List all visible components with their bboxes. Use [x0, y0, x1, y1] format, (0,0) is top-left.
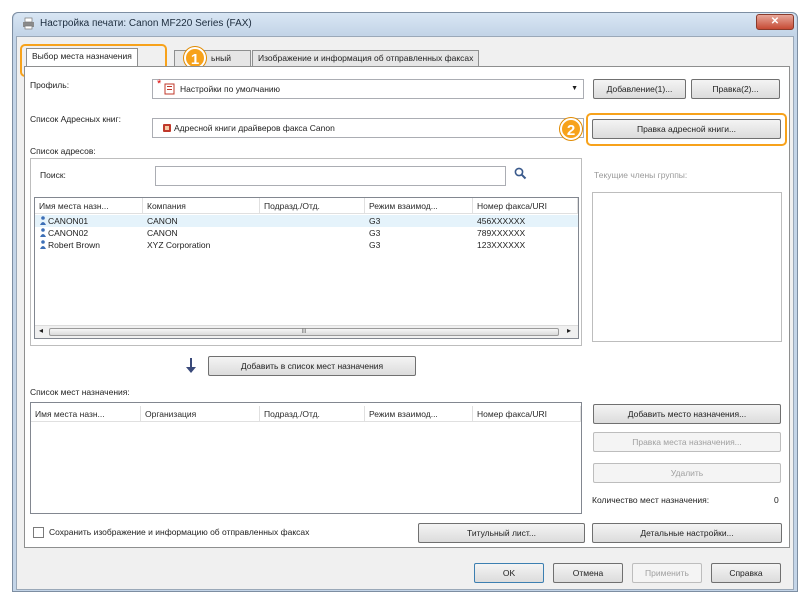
edit-address-book-button[interactable]: Правка адресной книги... — [592, 119, 781, 139]
destination-table-header: Имя места назн... Организация Подразд./О… — [31, 406, 581, 422]
ok-button[interactable]: OK — [474, 563, 544, 583]
profile-icon — [164, 83, 175, 95]
dest-col-fax[interactable]: Номер факса/URI — [473, 406, 581, 422]
search-input[interactable] — [155, 166, 506, 186]
profile-label: Профиль: — [30, 80, 70, 90]
row-mode: G3 — [369, 216, 381, 226]
group-members-label: Текущие члены группы: — [594, 170, 688, 180]
chevron-down-icon: ▼ — [571, 85, 578, 92]
tab-image-info[interactable]: Изображение и информация об отправленных… — [252, 50, 480, 66]
person-icon — [40, 240, 46, 249]
address-table-header: Имя места назн... Компания Подразд./Отд.… — [35, 198, 578, 214]
row-fax: 789XXXXXX — [477, 228, 526, 238]
table-row[interactable]: Robert Brown XYZ Corporation G3 123XXXXX… — [35, 239, 578, 251]
person-icon — [40, 228, 46, 237]
row-mode: G3 — [369, 228, 381, 238]
profile-value: Настройки по умолчанию — [180, 84, 281, 94]
window-title: Настройка печати: Canon MF220 Series (FA… — [40, 18, 252, 29]
table-row[interactable]: CANON02 CANON G3 789XXXXXX — [35, 227, 578, 239]
cancel-button[interactable]: Отмена — [553, 563, 623, 583]
row-company: CANON — [147, 228, 178, 238]
edit-destination-button[interactable]: Правка места назначения... — [593, 432, 781, 452]
close-icon: ✕ — [770, 16, 780, 27]
destination-count-value: 0 — [774, 495, 779, 505]
close-button[interactable]: ✕ — [756, 14, 794, 30]
row-fax: 456XXXXXX — [477, 216, 526, 226]
col-dept[interactable]: Подразд./Отд. — [260, 198, 365, 214]
table-row[interactable]: CANON01 CANON G3 456XXXXXX — [35, 215, 578, 227]
dest-col-organization[interactable]: Организация — [141, 406, 260, 422]
printer-app-icon — [23, 17, 34, 30]
callout-badge-2: 2 — [560, 118, 582, 140]
address-book-select[interactable]: Адресной книги драйверов факса Canon — [152, 118, 584, 138]
scroll-right-icon[interactable]: ▸ — [567, 326, 571, 335]
address-book-list-label: Список Адресных книг: — [30, 114, 122, 124]
add-to-destinations-button[interactable]: Добавить в список мест назначения — [208, 356, 416, 376]
address-book-icon — [163, 124, 171, 132]
search-label: Поиск: — [40, 170, 66, 180]
arrow-down-icon — [186, 358, 196, 373]
row-name: Robert Brown — [48, 240, 100, 250]
cover-sheet-button[interactable]: Титульный лист... — [418, 523, 585, 543]
dest-col-mode[interactable]: Режим взаимод... — [365, 406, 473, 422]
profile-select[interactable]: * Настройки по умолчанию ▼ — [152, 78, 584, 99]
profile-edit-button[interactable]: Правка(2)... — [691, 79, 780, 99]
apply-button[interactable]: Применить — [632, 563, 702, 583]
address-list-label: Список адресов: — [30, 146, 96, 156]
scroll-left-icon[interactable]: ◂ — [39, 326, 43, 335]
col-fax[interactable]: Номер факса/URI — [473, 198, 578, 214]
save-info-label: Сохранить изображение и информацию об от… — [49, 527, 310, 537]
row-name: CANON01 — [48, 216, 89, 226]
destination-table: Имя места назн... Организация Подразд./О… — [30, 402, 582, 514]
col-mode[interactable]: Режим взаимод... — [365, 198, 473, 214]
col-name[interactable]: Имя места назн... — [35, 198, 143, 214]
row-fax: 123XXXXXX — [477, 240, 526, 250]
row-name: CANON02 — [48, 228, 89, 238]
destination-count-label: Количество мест назначения: — [592, 495, 710, 505]
delete-destination-button[interactable]: Удалить — [593, 463, 781, 483]
help-button[interactable]: Справка — [711, 563, 781, 583]
col-company[interactable]: Компания — [143, 198, 260, 214]
add-destination-button[interactable]: Добавить место назначения... — [593, 404, 781, 424]
save-info-checkbox[interactable] — [33, 527, 44, 538]
dest-col-name[interactable]: Имя места назн... — [31, 406, 141, 422]
dest-col-dept[interactable]: Подразд./Отд. — [260, 406, 365, 422]
profile-add-button[interactable]: Добавление(1)... — [593, 79, 686, 99]
destination-list-label: Список мест назначения: — [30, 387, 130, 397]
person-icon — [40, 216, 46, 225]
address-book-value: Адресной книги драйверов факса Canon — [174, 123, 335, 133]
default-marker: * — [157, 78, 162, 90]
scroll-thumb[interactable]: III — [49, 328, 559, 336]
group-members-list — [592, 192, 782, 342]
row-mode: G3 — [369, 240, 381, 250]
row-company: XYZ Corporation — [147, 240, 211, 250]
address-table: Имя места назн... Компания Подразд./Отд.… — [34, 197, 579, 339]
search-icon[interactable] — [514, 167, 527, 180]
row-company: CANON — [147, 216, 178, 226]
horizontal-scrollbar[interactable]: ◂ III ▸ — [35, 325, 578, 338]
detailed-settings-button[interactable]: Детальные настройки... — [592, 523, 782, 543]
